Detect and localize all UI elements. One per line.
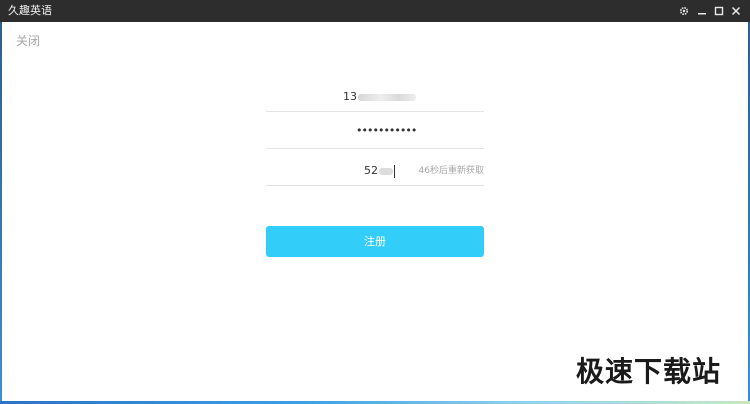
phone-value-text: 13 <box>343 90 357 103</box>
verification-code-field[interactable]: 52 46秒后重新获取 <box>266 156 484 186</box>
window-left-edge <box>0 22 2 404</box>
resend-countdown: 46秒后重新获取 <box>418 166 484 176</box>
text-caret <box>394 164 395 178</box>
app-window: 久趣英语 关闭 13 ••••••••••• 52 46秒后重新获取 注册 极速… <box>0 0 750 404</box>
password-value: ••••••••••• <box>356 124 417 137</box>
close-link[interactable]: 关闭 <box>16 33 40 49</box>
code-value-text: 52 <box>364 164 378 177</box>
phone-value: 13 <box>343 90 416 104</box>
gear-icon[interactable] <box>676 3 692 19</box>
code-blurred-digits <box>379 167 393 175</box>
phone-blurred-digits <box>358 93 416 101</box>
close-icon[interactable] <box>728 3 744 19</box>
app-title: 久趣英语 <box>8 4 52 17</box>
code-value: 52 <box>364 164 395 178</box>
title-bar[interactable]: 久趣英语 <box>0 0 750 22</box>
register-button[interactable]: 注册 <box>266 226 484 257</box>
phone-field[interactable]: 13 <box>266 82 484 112</box>
minimize-icon[interactable] <box>694 3 710 19</box>
maximize-icon[interactable] <box>711 3 727 19</box>
watermark-text: 极速下载站 <box>576 355 722 388</box>
password-field[interactable]: ••••••••••• <box>266 119 484 149</box>
